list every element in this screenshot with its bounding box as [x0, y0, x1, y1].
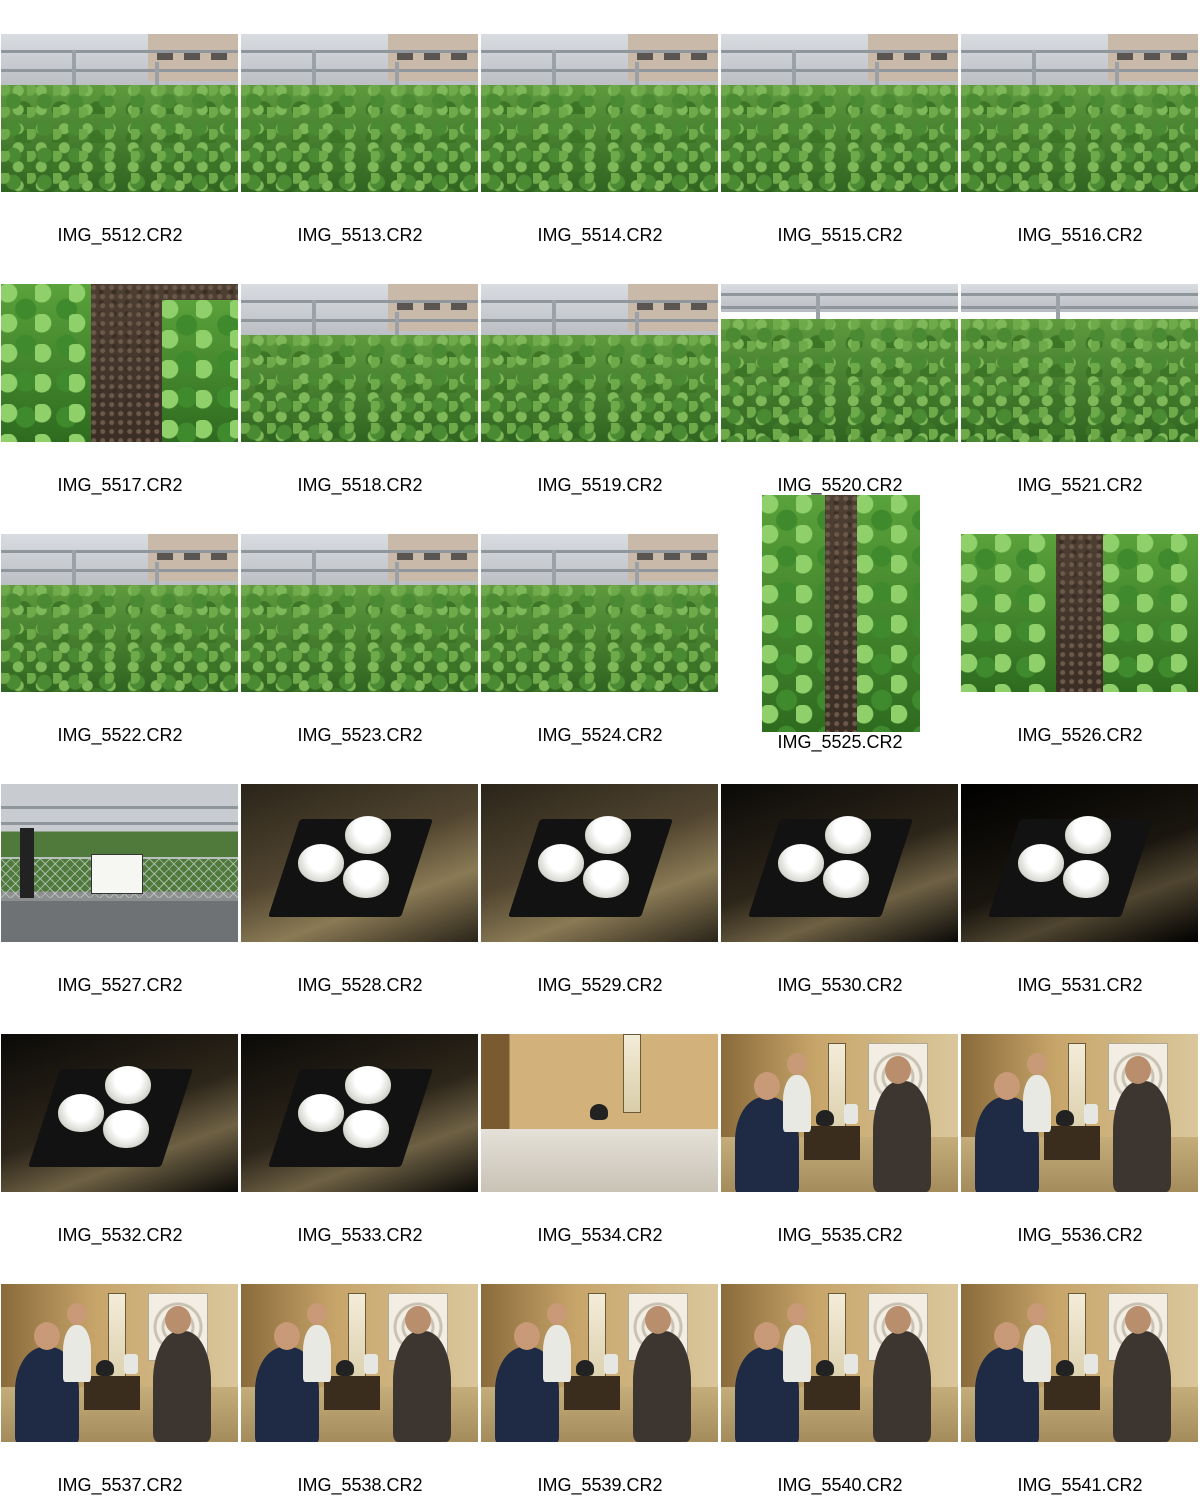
photo-filename-label: IMG_5539.CR2	[537, 1475, 663, 1495]
thumbnail-cell[interactable]: IMG_5539.CR2	[480, 1250, 720, 1500]
photo-filename-label: IMG_5517.CR2	[57, 475, 183, 495]
photo-filename-label: IMG_5533.CR2	[297, 1225, 423, 1245]
photo-thumbnail[interactable]	[1, 284, 238, 442]
photo-filename-label: IMG_5532.CR2	[57, 1225, 183, 1245]
photo-thumbnail[interactable]	[481, 1284, 718, 1442]
photo-thumbnail[interactable]	[241, 34, 478, 192]
photo-thumbnail[interactable]	[961, 34, 1198, 192]
photo-thumbnail[interactable]	[481, 34, 718, 192]
photo-thumbnail[interactable]	[241, 534, 478, 692]
thumbnail-cell[interactable]: IMG_5529.CR2	[480, 750, 720, 1000]
photo-thumbnail[interactable]	[241, 784, 478, 942]
photo-thumbnail[interactable]	[721, 284, 958, 442]
photo-thumbnail[interactable]	[721, 34, 958, 192]
thumbnail-cell[interactable]: IMG_5530.CR2	[720, 750, 960, 1000]
photo-filename-label: IMG_5529.CR2	[537, 975, 663, 995]
thumbnail-cell[interactable]: IMG_5532.CR2	[0, 1000, 240, 1250]
photo-thumbnail[interactable]	[1, 34, 238, 192]
thumbnail-cell[interactable]: IMG_5536.CR2	[960, 1000, 1200, 1250]
photo-filename-label: IMG_5523.CR2	[297, 725, 423, 745]
photo-thumbnail[interactable]	[721, 1284, 958, 1442]
thumbnail-cell[interactable]: IMG_5524.CR2	[480, 500, 720, 750]
thumbnail-cell[interactable]: IMG_5512.CR2	[0, 0, 240, 250]
photo-filename-label: IMG_5536.CR2	[1017, 1225, 1143, 1245]
thumbnail-cell[interactable]: IMG_5519.CR2	[480, 250, 720, 500]
thumbnail-cell[interactable]: IMG_5527.CR2	[0, 750, 240, 1000]
photo-thumbnail[interactable]	[1, 784, 238, 942]
photo-filename-label: IMG_5534.CR2	[537, 1225, 663, 1245]
thumbnail-cell[interactable]: IMG_5518.CR2	[240, 250, 480, 500]
thumbnail-cell[interactable]: IMG_5517.CR2	[0, 250, 240, 500]
photo-thumbnail[interactable]	[1, 1034, 238, 1192]
photo-thumbnail[interactable]	[961, 784, 1198, 942]
photo-filename-label: IMG_5535.CR2	[777, 1225, 903, 1245]
photo-filename-label: IMG_5530.CR2	[777, 975, 903, 995]
photo-filename-label: IMG_5519.CR2	[537, 475, 663, 495]
photo-filename-label: IMG_5541.CR2	[1017, 1475, 1143, 1495]
photo-thumbnail[interactable]	[961, 284, 1198, 442]
photo-filename-label: IMG_5514.CR2	[537, 225, 663, 245]
thumbnail-cell[interactable]: IMG_5515.CR2	[720, 0, 960, 250]
photo-filename-label: IMG_5525.CR2	[777, 732, 903, 752]
contact-sheet-grid: IMG_5512.CR2 IMG_5513.CR2 IMG_5514.CR2 IMG_…	[0, 0, 1200, 1500]
thumbnail-cell[interactable]: IMG_5513.CR2	[240, 0, 480, 250]
thumbnail-cell[interactable]: IMG_5525.CR2	[720, 495, 960, 752]
photo-filename-label: IMG_5512.CR2	[57, 225, 183, 245]
thumbnail-cell[interactable]: IMG_5528.CR2	[240, 750, 480, 1000]
thumbnail-cell[interactable]: IMG_5534.CR2	[480, 1000, 720, 1250]
photo-thumbnail[interactable]	[241, 284, 478, 442]
photo-filename-label: IMG_5518.CR2	[297, 475, 423, 495]
photo-filename-label: IMG_5524.CR2	[537, 725, 663, 745]
photo-filename-label: IMG_5537.CR2	[57, 1475, 183, 1495]
photo-thumbnail[interactable]	[721, 784, 958, 942]
thumbnail-cell[interactable]: IMG_5541.CR2	[960, 1250, 1200, 1500]
thumbnail-cell[interactable]: IMG_5522.CR2	[0, 500, 240, 750]
photo-filename-label: IMG_5516.CR2	[1017, 225, 1143, 245]
thumbnail-cell[interactable]: IMG_5535.CR2	[720, 1000, 960, 1250]
photo-filename-label: IMG_5520.CR2	[777, 475, 903, 495]
thumbnail-cell[interactable]: IMG_5537.CR2	[0, 1250, 240, 1500]
photo-filename-label: IMG_5531.CR2	[1017, 975, 1143, 995]
photo-thumbnail[interactable]	[961, 1284, 1198, 1442]
photo-thumbnail[interactable]	[481, 1034, 718, 1192]
photo-thumbnail[interactable]	[961, 1034, 1198, 1192]
photo-filename-label: IMG_5513.CR2	[297, 225, 423, 245]
thumbnail-cell[interactable]: IMG_5526.CR2	[960, 500, 1200, 750]
thumbnail-cell[interactable]: IMG_5521.CR2	[960, 250, 1200, 500]
thumbnail-cell[interactable]: IMG_5516.CR2	[960, 0, 1200, 250]
photo-thumbnail[interactable]	[762, 495, 920, 732]
photo-thumbnail[interactable]	[481, 784, 718, 942]
photo-filename-label: IMG_5528.CR2	[297, 975, 423, 995]
thumbnail-cell[interactable]: IMG_5538.CR2	[240, 1250, 480, 1500]
photo-thumbnail[interactable]	[1, 534, 238, 692]
photo-thumbnail[interactable]	[961, 534, 1198, 692]
photo-filename-label: IMG_5538.CR2	[297, 1475, 423, 1495]
thumbnail-cell[interactable]: IMG_5523.CR2	[240, 500, 480, 750]
photo-thumbnail[interactable]	[721, 1034, 958, 1192]
photo-filename-label: IMG_5521.CR2	[1017, 475, 1143, 495]
photo-filename-label: IMG_5527.CR2	[57, 975, 183, 995]
thumbnail-cell[interactable]: IMG_5540.CR2	[720, 1250, 960, 1500]
thumbnail-cell[interactable]: IMG_5531.CR2	[960, 750, 1200, 1000]
photo-filename-label: IMG_5515.CR2	[777, 225, 903, 245]
photo-thumbnail[interactable]	[241, 1034, 478, 1192]
thumbnail-cell[interactable]: IMG_5514.CR2	[480, 0, 720, 250]
thumbnail-cell[interactable]: IMG_5520.CR2	[720, 250, 960, 500]
photo-thumbnail[interactable]	[481, 284, 718, 442]
photo-thumbnail[interactable]	[1, 1284, 238, 1442]
photo-filename-label: IMG_5526.CR2	[1017, 725, 1143, 745]
photo-thumbnail[interactable]	[481, 534, 718, 692]
thumbnail-cell[interactable]: IMG_5533.CR2	[240, 1000, 480, 1250]
photo-filename-label: IMG_5522.CR2	[57, 725, 183, 745]
photo-filename-label: IMG_5540.CR2	[777, 1475, 903, 1495]
photo-thumbnail[interactable]	[241, 1284, 478, 1442]
